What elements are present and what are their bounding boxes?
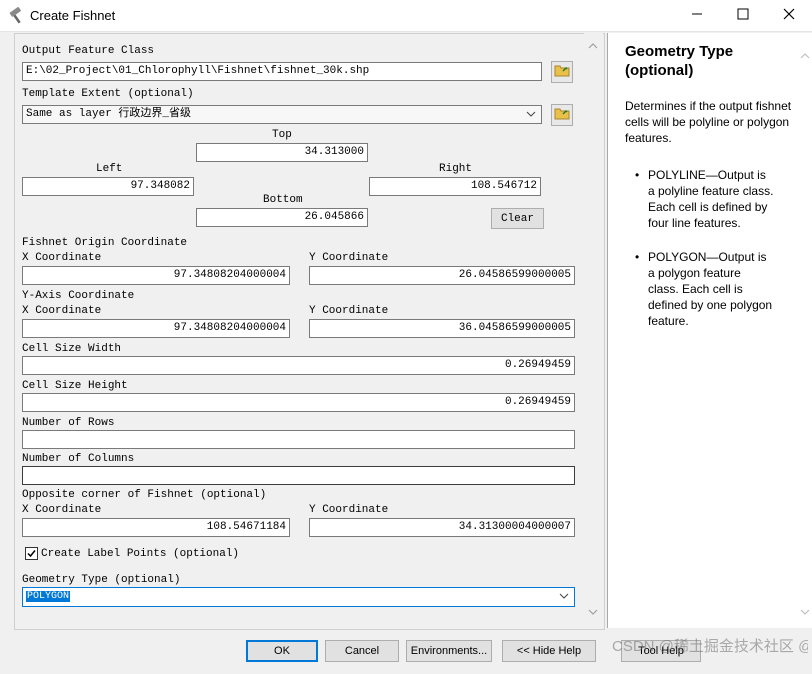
extent-left-label: Left	[96, 163, 123, 175]
opposite-y-input[interactable]: 34.31300004000007	[309, 518, 575, 537]
extent-top-label: Top	[272, 129, 292, 141]
environments-button[interactable]: Environments...	[406, 640, 492, 662]
close-icon	[783, 7, 795, 25]
extent-top-input[interactable]: 34.313000	[196, 143, 368, 162]
cancel-button[interactable]: Cancel	[325, 640, 399, 662]
yaxis-y-label: Y Coordinate	[309, 305, 389, 317]
chevron-down-icon	[526, 106, 536, 123]
minimize-button[interactable]	[674, 0, 720, 31]
extent-bottom-label: Bottom	[263, 194, 303, 206]
cell-width-input[interactable]: 0.26949459	[22, 356, 575, 375]
maximize-button[interactable]	[720, 0, 766, 31]
opposite-y-label: Y Coordinate	[309, 504, 389, 516]
browse-output-button[interactable]	[551, 61, 573, 83]
help-title: Geometry Type (optional)	[625, 43, 734, 79]
hammer-icon	[8, 7, 26, 25]
origin-coordinate-label: Fishnet Origin Coordinate	[22, 237, 188, 249]
cell-width-label: Cell Size Width	[22, 343, 122, 355]
extent-right-label: Right	[439, 163, 473, 175]
template-extent-value: Same as layer 行政边界_省级	[26, 108, 192, 120]
opposite-corner-label: Opposite corner of Fishnet (optional)	[22, 489, 267, 501]
scroll-up-icon[interactable]	[800, 47, 810, 65]
rows-label: Number of Rows	[22, 417, 115, 429]
folder-icon	[554, 63, 570, 82]
parameters-scrollbar[interactable]	[584, 33, 603, 628]
yaxis-x-label: X Coordinate	[22, 305, 102, 317]
template-extent-label: Template Extent (optional)	[22, 88, 194, 100]
scroll-down-icon[interactable]	[800, 603, 810, 621]
yaxis-coordinate-label: Y-Axis Coordinate	[22, 290, 135, 302]
extent-right-input[interactable]: 108.546712	[369, 177, 541, 196]
extent-left-input[interactable]: 97.348082	[22, 177, 194, 196]
help-scrollbar[interactable]	[796, 33, 812, 628]
geometry-type-select[interactable]: POLYGON	[22, 587, 575, 607]
watermark-text: CSDN @稀土掘金技术社区 @风雅学习GIS	[612, 638, 808, 655]
chevron-down-icon	[559, 588, 569, 606]
browse-template-button[interactable]	[551, 104, 573, 126]
yaxis-y-input[interactable]: 36.04586599000005	[309, 319, 575, 338]
scroll-down-icon[interactable]	[588, 603, 598, 621]
help-pane: Geometry Type (optional) Determines if t…	[607, 33, 812, 628]
minimize-icon	[691, 7, 703, 25]
title-bar: Create Fishnet	[0, 0, 812, 32]
origin-y-input[interactable]: 26.04586599000005	[309, 266, 575, 285]
yaxis-x-input[interactable]: 97.34808204000004	[22, 319, 290, 338]
create-label-points-label: Create Label Points (optional)	[41, 548, 240, 560]
help-description: Determines if the output fishnet cells w…	[625, 99, 792, 145]
close-button[interactable]	[766, 0, 812, 31]
extent-bottom-input[interactable]: 26.045866	[196, 208, 368, 227]
output-feature-class-input[interactable]: E:\02_Project\01_Chlorophyll\Fishnet\fis…	[22, 62, 542, 81]
rows-input[interactable]	[22, 430, 575, 449]
window-title: Create Fishnet	[30, 8, 116, 23]
columns-label: Number of Columns	[22, 453, 135, 465]
create-label-points-checkbox[interactable]	[25, 547, 38, 560]
clear-extent-button[interactable]: Clear	[491, 208, 544, 229]
origin-x-label: X Coordinate	[22, 252, 102, 264]
columns-input[interactable]	[22, 466, 575, 485]
folder-icon	[554, 106, 570, 125]
cell-height-input[interactable]: 0.26949459	[22, 393, 575, 412]
help-list-item: POLYGON—Output is a polygon feature clas…	[635, 249, 774, 329]
maximize-icon	[737, 7, 749, 25]
ok-button[interactable]: OK	[246, 640, 318, 662]
help-list-item: POLYLINE—Output is a polyline feature cl…	[635, 167, 774, 231]
opposite-x-input[interactable]: 108.54671184	[22, 518, 290, 537]
geometry-type-value: POLYGON	[26, 591, 71, 602]
output-feature-class-label: Output Feature Class	[22, 45, 155, 57]
template-extent-select[interactable]: Same as layer 行政边界_省级	[22, 105, 542, 124]
origin-x-input[interactable]: 97.34808204000004	[22, 266, 290, 285]
opposite-x-label: X Coordinate	[22, 504, 102, 516]
origin-y-label: Y Coordinate	[309, 252, 389, 264]
scroll-up-icon[interactable]	[588, 37, 598, 55]
hide-help-button[interactable]: << Hide Help	[502, 640, 596, 662]
cell-height-label: Cell Size Height	[22, 380, 128, 392]
geometry-type-label: Geometry Type (optional)	[22, 574, 181, 586]
